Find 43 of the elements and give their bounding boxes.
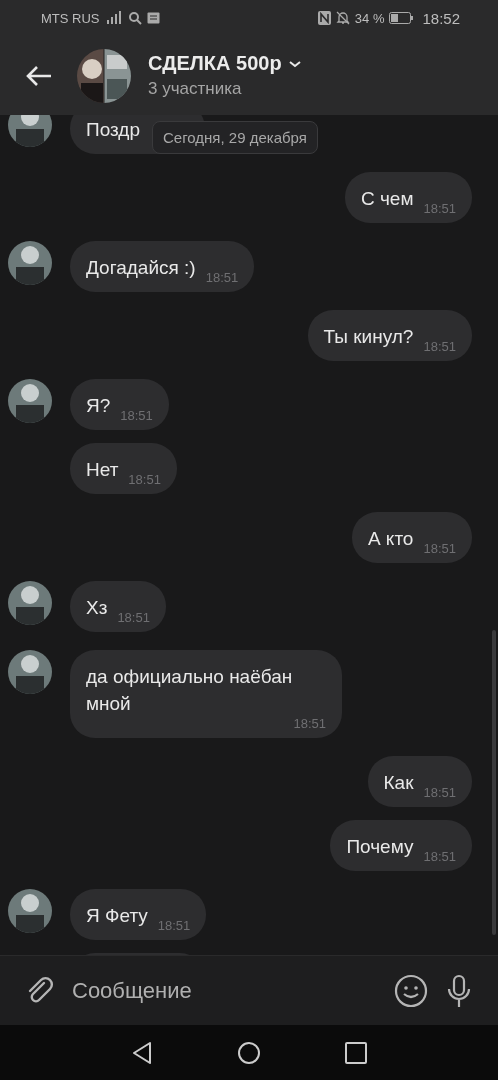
message-text: Догадайся :) — [86, 256, 196, 280]
back-triangle-icon[interactable] — [131, 1040, 153, 1065]
message-time: 18:51 — [423, 542, 456, 556]
message-composer[interactable]: Сообщение — [0, 955, 498, 1025]
search-icon — [127, 11, 142, 25]
message-time: 18:51 — [117, 611, 150, 625]
participant-count: 3 участника — [148, 79, 243, 99]
message-time: 18:51 — [120, 409, 153, 423]
message-input-field[interactable]: Сообщение — [72, 969, 364, 1012]
back-icon[interactable] — [25, 63, 53, 88]
message-text: Ты кинул? — [323, 325, 414, 349]
message-text: Я Фету — [86, 904, 148, 928]
chevron-down-icon[interactable] — [287, 58, 302, 69]
message-text: С чем — [360, 187, 414, 211]
chat-title[interactable]: СДЕЛКА 500р — [148, 52, 282, 75]
message-text: Я? — [86, 394, 111, 418]
message-time: 18:51 — [205, 271, 239, 285]
message-time: 18:51 — [423, 850, 456, 864]
message-text: А кто — [367, 527, 414, 551]
notification-icon — [146, 12, 160, 24]
message-time: 18:51 — [423, 202, 456, 216]
nfc-icon — [317, 11, 331, 25]
emoji-icon[interactable] — [394, 973, 428, 1008]
message-text: Почему — [346, 835, 414, 859]
signal-icon — [104, 11, 123, 25]
battery-percent: 34 % — [354, 10, 385, 26]
message-time: 18:51 — [128, 473, 161, 487]
message-text: Как — [383, 771, 414, 795]
battery-icon — [389, 12, 414, 24]
bell-off-icon — [335, 11, 350, 25]
home-circle-icon[interactable] — [237, 1040, 261, 1065]
message-time: 18:51 — [293, 717, 326, 731]
clock: 18:52 — [422, 9, 460, 27]
date-chip: Сегодня, 29 декабря — [152, 121, 318, 154]
message-text: Нет — [86, 458, 119, 482]
message-text: Поздр — [86, 118, 140, 142]
message-time: 18:51 — [423, 786, 456, 800]
message-text: Хз — [86, 596, 108, 620]
recents-square-icon[interactable] — [345, 1041, 367, 1064]
message-text: да официально наёбан мной — [86, 665, 294, 716]
carrier-name: MTS RUS — [41, 10, 100, 26]
message-time: 18:51 — [157, 919, 191, 933]
message-time: 18:51 — [423, 340, 456, 354]
